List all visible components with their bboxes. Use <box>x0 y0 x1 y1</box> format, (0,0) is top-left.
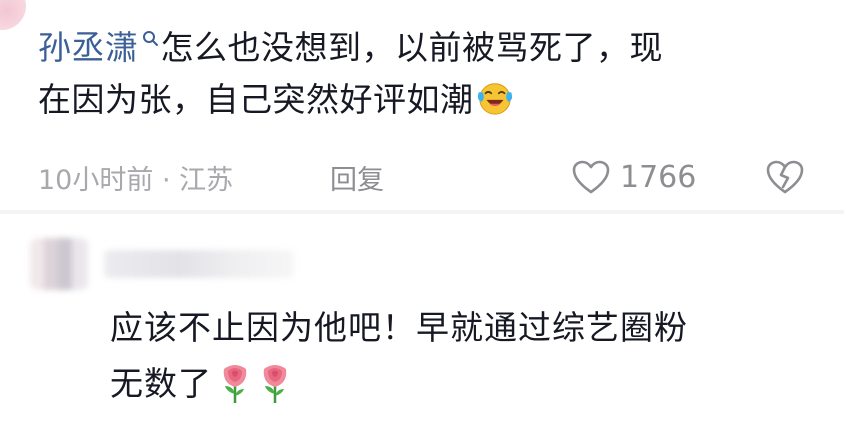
reply-comment-text: 应该不止因为他吧！早就通过综艺圈粉 无数了 <box>110 300 830 412</box>
avatar[interactable] <box>30 238 88 290</box>
redacted-username <box>104 250 294 278</box>
comment-text-line-1: 怎么也没想到，以前被骂死了，现 <box>160 28 663 67</box>
comment-text: 孙丞潇 怎么也没想到，以前被骂死了，现 在因为张，自己突然好评如潮 <box>38 22 818 126</box>
rose-icon <box>223 365 247 403</box>
avatar[interactable] <box>0 0 26 30</box>
reply-text-line-2: 无数了 <box>110 364 212 403</box>
laughing-crying-emoji-icon <box>477 83 512 115</box>
broken-heart-icon[interactable] <box>764 157 806 197</box>
search-icon[interactable] <box>141 29 159 53</box>
heart-outline-icon <box>572 160 610 194</box>
divider <box>0 210 844 214</box>
reply-button[interactable]: 回复 <box>330 158 384 197</box>
comment-text-line-2: 在因为张，自己突然好评如潮 <box>38 80 474 119</box>
like-button[interactable]: 1766 <box>570 154 696 200</box>
comment: 孙丞潇 怎么也没想到，以前被骂死了，现 在因为张，自己突然好评如潮 <box>38 22 818 126</box>
rose-icon <box>263 365 287 403</box>
comment-meta-row: 10小时前 · 江苏 回复 1766 <box>38 154 818 200</box>
reply-text-line-1: 应该不止因为他吧！早就通过综艺圈粉 <box>110 308 688 347</box>
comment-time-location: 10小时前 · 江苏 <box>38 165 234 196</box>
like-count: 1766 <box>620 159 697 195</box>
comment-username[interactable]: 孙丞潇 <box>38 28 139 67</box>
